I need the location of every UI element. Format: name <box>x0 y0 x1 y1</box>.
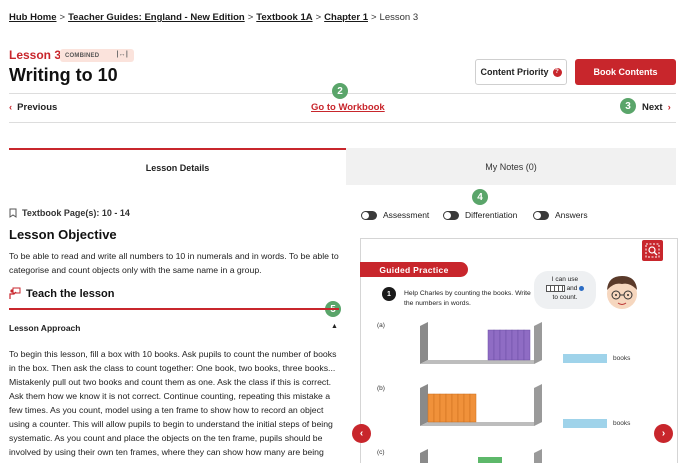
part-label-b: (b) <box>377 385 385 392</box>
lesson-approach-heading[interactable]: Lesson Approach <box>9 323 80 333</box>
content-priority-button[interactable]: Content Priority ? <box>475 59 567 85</box>
assessment-label: Assessment <box>383 210 430 220</box>
answers-label: Answers <box>555 210 588 220</box>
toggle-switch[interactable] <box>443 210 459 220</box>
teach-heading-label: Teach the lesson <box>26 287 115 300</box>
next-label: Next <box>642 102 663 113</box>
textbook-pages-label: Textbook Page(s): 10 - 14 <box>22 208 130 218</box>
next-link[interactable]: Next › <box>642 102 671 113</box>
books-label: books <box>613 355 631 362</box>
tour-marker-3: 3 <box>620 98 636 114</box>
bookshelf-illustration <box>420 449 542 463</box>
answer-box <box>563 354 607 363</box>
lesson-objective-heading: Lesson Objective <box>9 227 117 242</box>
question-number: 1 <box>382 287 396 301</box>
help-icon: ? <box>552 67 562 77</box>
divider <box>9 122 676 123</box>
assessment-toggle[interactable]: Assessment <box>361 210 429 220</box>
combined-badge-label: COMBINED <box>65 52 100 59</box>
lesson-objective-text: To be able to read and write all numbers… <box>9 251 339 275</box>
tab-my-notes[interactable]: My Notes (0) <box>346 148 676 185</box>
part-label-a: (a) <box>377 322 385 329</box>
content-priority-label: Content Priority <box>480 67 549 77</box>
chevron-right-icon: › <box>667 102 671 113</box>
lesson-number: Lesson 3 <box>9 48 62 62</box>
counter-icon <box>579 285 585 291</box>
tour-marker-4: 4 <box>472 189 488 205</box>
go-to-workbook-link[interactable]: Go to Workbook <box>311 102 385 113</box>
ten-frame-icon <box>545 284 565 292</box>
breadcrumb-link-textbook[interactable]: Textbook 1A <box>256 12 312 23</box>
bubble-text-line3: to count. <box>552 294 578 301</box>
teach-divider <box>9 308 339 310</box>
previous-link[interactable]: ‹ Previous <box>9 102 57 113</box>
toggle-switch[interactable] <box>361 210 377 220</box>
guided-practice-banner: Guided Practice <box>360 262 468 277</box>
breadcrumb-separator: > <box>370 12 377 23</box>
textbook-pages: Textbook Page(s): 10 - 14 <box>9 208 130 218</box>
breadcrumb-link-teacher-guides[interactable]: Teacher Guides: England - New Edition <box>68 12 245 23</box>
bubble-text-line1: I can use <box>551 276 579 283</box>
toggle-switch[interactable] <box>533 210 549 220</box>
collapse-icon[interactable]: ▲ <box>331 323 338 330</box>
combined-icon: |↔| <box>116 51 128 58</box>
page-title: Writing to 10 <box>9 65 118 85</box>
breadcrumb-link-chapter[interactable]: Chapter 1 <box>324 12 368 23</box>
combined-badge: COMBINED |↔| <box>60 49 134 62</box>
part-label-c: (c) <box>377 449 385 456</box>
speech-bubble: I can use and to count. <box>534 271 596 309</box>
carousel-next-button[interactable]: › <box>654 424 673 443</box>
character-illustration <box>607 276 637 309</box>
book-contents-button[interactable]: Book Contents <box>575 59 676 85</box>
tour-marker-2: 2 <box>332 83 348 99</box>
breadcrumb: Hub Home > Teacher Guides: England - New E… <box>9 12 418 23</box>
breadcrumb-separator: > <box>315 12 322 23</box>
tab-lesson-details[interactable]: Lesson Details <box>9 148 346 185</box>
books-label: books <box>613 420 631 427</box>
breadcrumb-current: Lesson 3 <box>379 12 419 23</box>
teach-the-lesson-heading: Teach the lesson <box>9 287 114 300</box>
answer-box <box>563 419 607 428</box>
answers-toggle[interactable]: Answers <box>533 210 588 220</box>
zoom-icon <box>645 243 660 258</box>
breadcrumb-separator: > <box>59 12 66 23</box>
teacher-icon <box>9 287 21 299</box>
bookshelf-illustration <box>420 384 542 426</box>
chevron-left-icon: ‹ <box>9 102 13 113</box>
differentiation-label: Differentiation <box>465 210 518 220</box>
zoom-button[interactable] <box>642 240 663 261</box>
question-text: Help Charles by counting the books. Writ… <box>404 290 531 307</box>
bubble-and: and <box>566 285 578 292</box>
breadcrumb-separator: > <box>247 12 254 23</box>
breadcrumb-link-hub-home[interactable]: Hub Home <box>9 12 57 23</box>
bookshelf-illustration <box>420 322 542 364</box>
carousel-prev-button[interactable]: ‹ <box>352 424 371 443</box>
bookmark-icon <box>9 208 17 218</box>
differentiation-toggle[interactable]: Differentiation <box>443 210 517 220</box>
lesson-approach-text: To begin this lesson, fill a box with 10… <box>9 349 337 463</box>
previous-label: Previous <box>17 102 58 113</box>
